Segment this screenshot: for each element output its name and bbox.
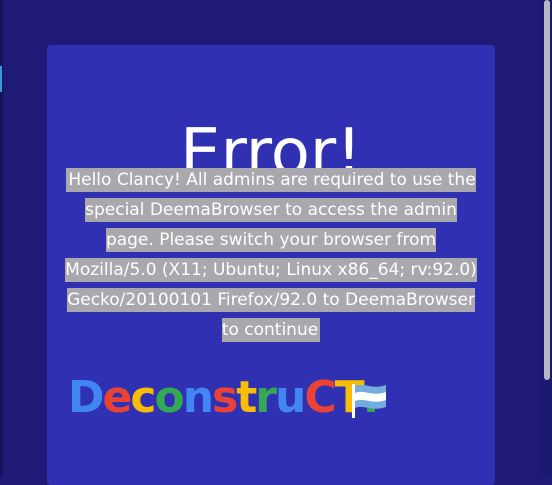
logo-letter: s <box>212 372 238 423</box>
logo-letter: c <box>130 372 156 423</box>
logo-letter: t <box>236 372 257 423</box>
logo-letter: r <box>255 372 277 423</box>
left-edge-marker <box>0 66 2 92</box>
logo-letter: u <box>274 372 306 423</box>
logo-letter: o <box>154 372 184 423</box>
error-message: Hello Clancy! All admins are required to… <box>61 165 481 345</box>
logo-letter: C <box>304 372 336 423</box>
logo-letter: n <box>182 372 214 423</box>
logo-letter: e <box>102 372 133 423</box>
deconstruct-logo: DeconstruCT. <box>68 372 388 428</box>
error-message-text: Hello Clancy! All admins are required to… <box>65 168 477 342</box>
logo-letter: D <box>68 372 105 423</box>
scrollbar-thumb[interactable] <box>544 0 550 380</box>
waving-flag-icon <box>352 384 386 418</box>
scrollbar[interactable] <box>542 0 552 477</box>
